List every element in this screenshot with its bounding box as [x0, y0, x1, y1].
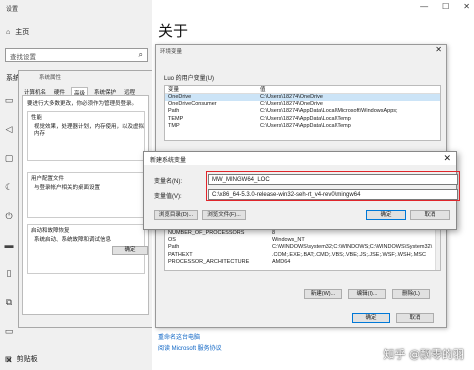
var-value: C:\Users\18274\OneDrive [260, 101, 323, 108]
system-properties-ok-button[interactable]: 确定 [112, 246, 148, 255]
var-name: PATHEXT [168, 251, 193, 258]
table-row[interactable]: OS Windows_NT [165, 237, 440, 244]
new-var-ok-button[interactable]: 确定 [366, 210, 406, 220]
home-nav-item[interactable]: ⌂ 主页 [6, 27, 29, 37]
system-properties-dialog: 系统属性 计算机名 硬件 高级 系统保护 远程 要进行大多数更改，你必须作为管理… [18, 70, 153, 328]
settings-search-input[interactable]: 查找设置 ⌕ [5, 48, 148, 62]
browse-directory-button[interactable]: 浏览目录(D)... [154, 210, 198, 220]
env-close-icon[interactable]: ✕ [435, 45, 442, 54]
user-profiles-desc: 与登录帐户相关的桌面设置 [34, 185, 101, 191]
maximize-icon[interactable]: ☐ [442, 2, 449, 11]
display-icon[interactable]: ▭ [4, 95, 14, 106]
advanced-tab-panel: 要进行大多数更改，你必须作为管理员登录。 性能 视觉效果，处理器计划，内存使用，… [22, 95, 149, 315]
home-label: 主页 [15, 29, 30, 36]
table-row[interactable]: PATHEXT .COM;.EXE;.BAT;.CMD;.VBS;.VBE;.J… [165, 252, 440, 259]
var-name: Path [168, 244, 180, 251]
browse-file-button[interactable]: 浏览文件(F)... [202, 210, 246, 220]
var-value: C:\WINDOWS\system32;C:\WINDOWS;C:\WINDOW… [272, 244, 433, 251]
var-value: .COM;.EXE;.BAT;.CMD;.VBS;.VBE;.JS;.JSE;.… [272, 251, 426, 258]
new-system-variable-dialog: 新建系统变量 ✕ 变量名(N): MW_MINGW64_LOC 变量值(V): … [143, 151, 460, 230]
var-value-label: 变量值(V): [154, 194, 182, 200]
startup-recovery-desc: 系统启动、系统故障和调试信息 [34, 237, 112, 243]
table-row[interactable]: PROCESSOR_ARCHITECTURE AMD64 [165, 259, 440, 266]
minimize-icon[interactable]: — [420, 2, 428, 11]
new-var-cancel-button[interactable]: 取消 [410, 210, 450, 220]
new-variable-button[interactable]: 新建(W)... [304, 289, 342, 299]
var-name-label: 变量名(N): [154, 179, 182, 185]
storage-icon[interactable]: ▬ [4, 240, 14, 250]
clipboard-nav-item[interactable]: ▤ 剪贴板 [5, 354, 38, 364]
env-cancel-button[interactable]: 取消 [396, 313, 434, 323]
table-row[interactable]: Path C:\Users\18274\AppData\Local\Micros… [165, 108, 440, 115]
var-value: C:\Users\18274\AppData\Local\Temp [260, 115, 351, 122]
admin-note: 要进行大多数更改，你必须作为管理员登录。 [27, 101, 138, 107]
highlight-box [206, 171, 460, 201]
new-var-title: 新建系统变量 [150, 158, 187, 164]
performance-group: 性能 视觉效果，处理器计划，内存使用，以及虚拟内存 [27, 111, 145, 161]
var-name: PROCESSOR_ARCHITECTURE [168, 258, 250, 265]
performance-desc: 视觉效果，处理器计划，内存使用，以及虚拟内存 [34, 124, 145, 137]
sound-icon[interactable]: ◁ [4, 124, 14, 135]
var-value: 8 [272, 230, 276, 236]
system-vars-table: NUMBER_OF_PROCESSORS 8 OS Windows_NT Pat… [164, 229, 441, 271]
var-value: C:\Users\18274\OneDrive [260, 94, 323, 100]
user-vars-table: 变量 值 OneDrive C:\Users\18274\OneDrive On… [164, 85, 441, 141]
new-var-close-icon[interactable]: ✕ [443, 153, 451, 164]
multitasking-icon[interactable]: ⧉ [4, 297, 14, 308]
col-var-header[interactable]: 变量 [165, 86, 257, 93]
edit-variable-button[interactable]: 编辑(I)... [348, 289, 386, 299]
watermark: 知乎 @飘零的羽 [383, 348, 465, 361]
var-name: TEMP [168, 115, 184, 122]
env-dialog-title: 环境变量 [160, 49, 183, 55]
table-row[interactable]: TEMP C:\Users\18274\AppData\Local\Temp [165, 116, 440, 123]
search-icon[interactable]: ⌕ [139, 50, 143, 60]
user-vars-label: Luo 的用户变量(U) [164, 76, 215, 82]
power-icon[interactable]: ⏻ [4, 211, 14, 222]
rename-pc-link[interactable]: 重命名这台电脑 [158, 332, 200, 341]
notifications-icon[interactable]: ▢ [4, 153, 14, 164]
var-name: OneDriveConsumer [168, 101, 217, 108]
col-val-header[interactable]: 值 [257, 86, 440, 93]
var-name: Path [168, 108, 180, 115]
system-vars-scrollbar[interactable] [435, 230, 440, 270]
var-name: TMP [168, 122, 180, 129]
table-row[interactable]: Path C:\WINDOWS\system32;C:\WINDOWS;C:\W… [165, 244, 440, 251]
table-row[interactable]: NUMBER_OF_PROCESSORS 8 [165, 230, 440, 237]
nav-icon-column: ▭ ◁ ▢ ☾ ⏻ ▬ ▯ ⧉ ▭ ✕ [4, 95, 14, 366]
window-controls: — ☐ ✕ [420, 2, 470, 11]
projecting-icon[interactable]: ▭ [4, 326, 14, 337]
service-agreement-link[interactable]: 阅读 Microsoft 服务协议 [158, 343, 222, 352]
tablet-icon[interactable]: ▯ [4, 268, 14, 279]
settings-window-title: 设置 [6, 7, 19, 13]
var-value: AMD64 [272, 258, 291, 265]
table-row[interactable]: TMP C:\Users\18274\AppData\Local\Temp [165, 123, 440, 130]
performance-title: 性能 [31, 115, 43, 121]
table-row[interactable]: OneDrive C:\Users\18274\OneDrive [165, 94, 440, 102]
var-value: C:\Users\18274\AppData\Local\Temp [260, 122, 351, 129]
new-var-titlebar: 新建系统变量 ✕ [144, 152, 456, 165]
system-properties-title: 系统属性 [39, 75, 62, 81]
focus-assist-icon[interactable]: ☾ [4, 182, 14, 193]
user-profiles-group: 用户配置文件 与登录帐户相关的桌面设置 [27, 172, 145, 218]
close-icon[interactable]: ✕ [463, 2, 470, 11]
about-heading: 关于 [158, 23, 189, 40]
var-name: OS [168, 237, 176, 244]
clipboard-icon: ▤ [5, 356, 12, 363]
var-name: OneDrive [168, 94, 192, 100]
user-profiles-title: 用户配置文件 [31, 176, 65, 182]
var-value: C:\Users\18274\AppData\Local\Microsoft\W… [260, 108, 398, 115]
home-icon: ⌂ [6, 28, 11, 36]
clipboard-label: 剪贴板 [16, 356, 38, 363]
var-value: Windows_NT [272, 237, 305, 244]
table-row[interactable]: OneDriveConsumer C:\Users\18274\OneDrive [165, 101, 440, 108]
startup-recovery-title: 启动和故障恢复 [31, 228, 70, 234]
env-ok-button[interactable]: 确定 [352, 313, 390, 323]
var-name: NUMBER_OF_PROCESSORS [168, 230, 245, 236]
table-header: 变量 值 [165, 86, 440, 94]
delete-variable-button[interactable]: 删除(L) [392, 289, 430, 299]
search-placeholder: 查找设置 [10, 54, 36, 61]
